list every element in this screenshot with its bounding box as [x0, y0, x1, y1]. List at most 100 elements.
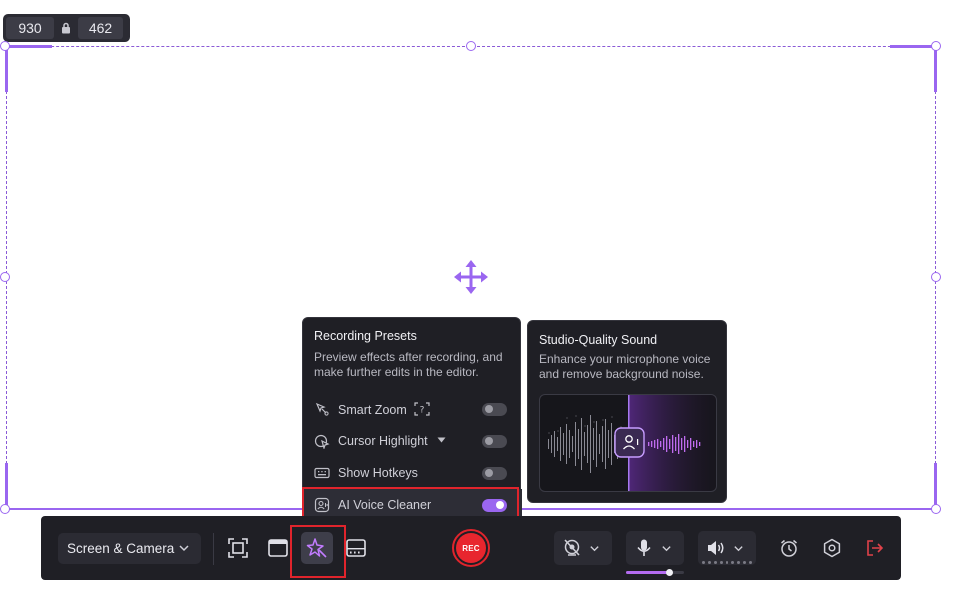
clean-waveform-bar	[690, 438, 692, 450]
noise-dot	[593, 421, 595, 423]
waveform-bar	[566, 424, 567, 464]
chevron-down-icon	[590, 545, 599, 551]
speaker-select-button[interactable]	[698, 531, 756, 565]
waveform-bar	[578, 429, 579, 459]
clean-waveform-bar	[684, 436, 686, 452]
left-bottom-edge[interactable]	[5, 463, 8, 509]
region-capture-button[interactable]	[222, 532, 254, 564]
waveform-bar	[560, 427, 561, 461]
clean-waveform-bar	[672, 435, 674, 453]
width-field[interactable]: 930	[6, 17, 54, 39]
svg-text:?: ?	[420, 405, 425, 415]
show-hotkeys-toggle[interactable]	[482, 466, 507, 480]
camera-off-icon	[564, 539, 580, 556]
microphone-level-meter[interactable]	[626, 569, 684, 576]
left-top-edge[interactable]	[5, 46, 8, 92]
resize-handle-top-left[interactable]	[0, 41, 10, 51]
clean-waveform-bar	[669, 439, 671, 449]
waveform-bar	[548, 439, 549, 449]
resize-handle-left[interactable]	[0, 272, 10, 282]
clean-waveform-bar	[666, 436, 668, 452]
lock-icon[interactable]	[60, 21, 72, 35]
subtitle-button[interactable]	[340, 532, 372, 564]
waveform-bar	[602, 426, 603, 462]
waveform-bar	[593, 428, 594, 460]
noise-dot	[602, 419, 604, 421]
waveform-bar	[611, 423, 612, 465]
window-icon	[268, 539, 288, 557]
chevron-down-icon	[179, 545, 189, 552]
waveform-bar	[581, 418, 582, 470]
magic-star-icon	[306, 538, 327, 558]
recording-presets-button[interactable]	[301, 532, 333, 564]
right-top-edge[interactable]	[934, 46, 937, 92]
presets-description: Preview effects after recording, and mak…	[314, 350, 503, 379]
waveform-bar	[563, 433, 564, 455]
clean-waveform-bar	[681, 438, 683, 450]
waveform-bar	[587, 425, 588, 463]
clean-waveform-bar	[654, 440, 656, 448]
studio-sound-tooltip: Studio-Quality Sound Enhance your microp…	[527, 320, 727, 503]
top-left-edge[interactable]	[6, 45, 52, 48]
rec-label: REC	[456, 533, 486, 563]
chevron-down-icon	[734, 545, 743, 551]
keyboard-icon	[314, 465, 330, 481]
resize-handle-top[interactable]	[466, 41, 476, 51]
window-capture-button[interactable]	[262, 532, 294, 564]
waveform-bar	[599, 434, 600, 454]
noise-dot	[584, 425, 586, 427]
preset-smart-zoom[interactable]: Smart Zoom ?	[303, 393, 522, 425]
clean-waveform-bar	[699, 442, 701, 446]
caret-down-icon[interactable]	[437, 437, 446, 443]
ai-voice-icon	[314, 497, 330, 513]
resize-handle-bottom-left[interactable]	[0, 504, 10, 514]
waveform-bar	[608, 430, 609, 458]
smart-zoom-icon	[314, 401, 330, 417]
recorder-overlay: 930 462 Recording Presets Preview effect…	[0, 0, 953, 605]
resize-handle-right[interactable]	[931, 272, 941, 282]
exit-icon	[867, 540, 884, 556]
noise-dot	[575, 415, 577, 417]
preset-label: Smart Zoom ?	[338, 401, 430, 417]
keyboard-overlay-icon	[346, 539, 366, 557]
capture-mode-select[interactable]: Screen & Camera	[58, 533, 201, 564]
voice-waveform-illustration	[539, 394, 717, 492]
zoom-frame-icon: ?	[414, 401, 430, 416]
smart-zoom-toggle[interactable]	[482, 402, 507, 416]
presets-title: Recording Presets	[314, 329, 417, 343]
clean-waveform-bar	[663, 438, 665, 450]
recording-toolbar: Screen & Camera REC	[41, 516, 901, 580]
exit-button[interactable]	[859, 532, 891, 564]
preset-label: AI Voice Cleaner	[338, 498, 432, 512]
preset-show-hotkeys[interactable]: Show Hotkeys	[303, 457, 522, 489]
waveform-bar	[557, 437, 558, 451]
microphone-level-fill	[626, 571, 670, 574]
microphone-select-button[interactable]	[626, 531, 684, 565]
resize-handle-bottom-right[interactable]	[931, 504, 941, 514]
top-right-edge[interactable]	[890, 45, 936, 48]
camera-select-button[interactable]	[554, 531, 612, 565]
right-bottom-edge[interactable]	[934, 463, 937, 509]
record-button[interactable]: REC	[452, 529, 490, 567]
waveform-bar	[596, 421, 597, 467]
speaker-level-meter	[702, 561, 753, 564]
height-field[interactable]: 462	[78, 17, 123, 39]
gear-icon	[823, 538, 841, 558]
studio-description: Enhance your microphone voice and remove…	[539, 352, 711, 381]
clean-waveform-bar	[678, 434, 680, 454]
alarm-clock-icon	[781, 539, 797, 557]
resize-handle-top-right[interactable]	[931, 41, 941, 51]
waveform-bar	[572, 436, 573, 452]
microphone-level-knob[interactable]	[666, 569, 673, 576]
settings-button[interactable]	[816, 532, 848, 564]
ai-voice-cleaner-toggle[interactable]	[482, 498, 507, 512]
region-select-icon	[228, 538, 248, 558]
cursor-highlight-toggle[interactable]	[482, 434, 507, 448]
clean-waveform-bar	[687, 440, 689, 448]
capture-mode-label: Screen & Camera	[67, 541, 175, 556]
move-icon[interactable]	[453, 259, 489, 295]
timer-button[interactable]	[773, 532, 805, 564]
clean-waveform-bar	[651, 441, 653, 447]
clean-waveform-bar	[657, 439, 659, 449]
preset-cursor-highlight[interactable]: Cursor Highlight	[303, 425, 522, 457]
